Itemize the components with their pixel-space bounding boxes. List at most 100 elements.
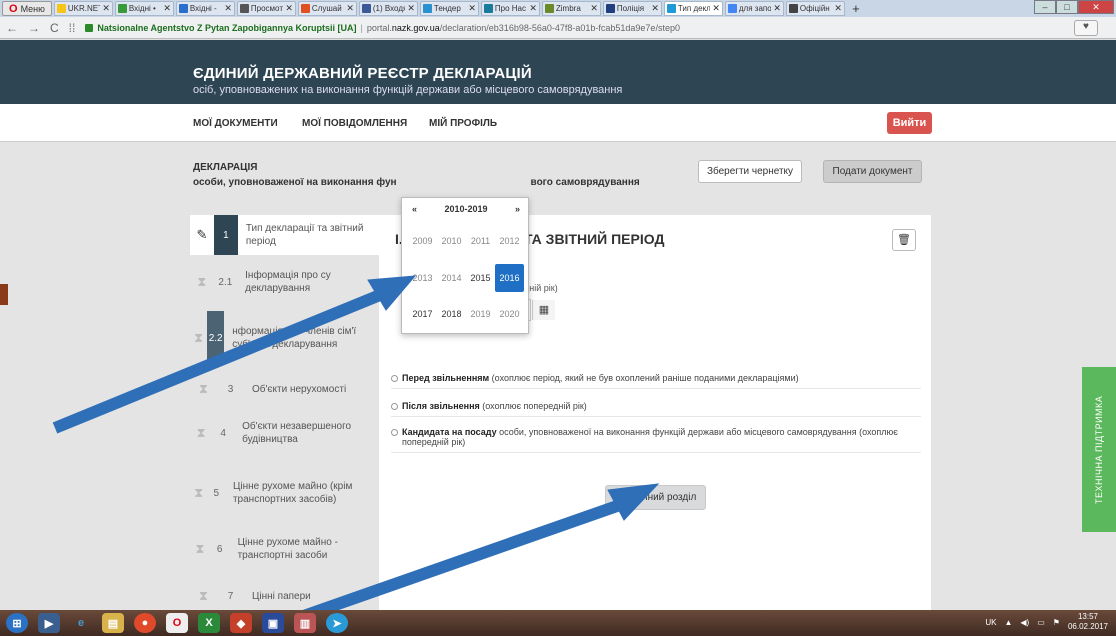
nav-my-profile[interactable]: МІЙ ПРОФІЛЬ (429, 118, 497, 129)
nav-my-messages[interactable]: МОЇ ПОВІДОМЛЕННЯ (302, 118, 407, 129)
tab-close-icon[interactable]: ✕ (163, 3, 171, 14)
start-button-icon[interactable]: ⊞ (6, 613, 28, 633)
sidebar-step[interactable]: ⧗ 5 Цінне рухоме майно (крім транспортних … (190, 463, 379, 523)
tab-close-icon[interactable]: ✕ (712, 3, 720, 14)
tab-close-icon[interactable]: ✕ (346, 3, 354, 14)
browser-tab[interactable]: Про Нас ✕ (480, 1, 540, 16)
excel-icon[interactable]: X (198, 613, 220, 633)
radio-button[interactable] (391, 375, 398, 382)
datepicker-year[interactable]: 2016 (495, 264, 524, 292)
tab-close-icon[interactable]: ✕ (651, 3, 659, 14)
datepicker-next-button[interactable]: » (515, 204, 520, 214)
radio-button[interactable] (391, 403, 398, 410)
tab-close-icon[interactable]: ✕ (102, 3, 110, 14)
sidebar-step[interactable]: ✎ 1 Тип декларації та звітний період (190, 215, 379, 255)
network-icon[interactable]: ▭ (1037, 618, 1045, 627)
browser-tab[interactable]: (1) Входя ✕ (358, 1, 418, 16)
tab-close-icon[interactable]: ✕ (590, 3, 598, 14)
datepicker-year[interactable]: 2011 (466, 231, 495, 251)
datepicker-year[interactable]: 2009 (408, 231, 437, 251)
trash-icon[interactable]: 🗑 (892, 229, 916, 251)
datepicker-year[interactable]: 2020 (495, 304, 524, 324)
tab-close-icon[interactable]: ✕ (773, 3, 781, 14)
chrome-icon[interactable]: ● (134, 613, 156, 633)
clock[interactable]: 13:57 06.02.2017 (1068, 612, 1108, 632)
explorer-icon[interactable]: ▤ (102, 613, 124, 633)
browser-tab[interactable]: Вхідні - ✕ (175, 1, 235, 16)
browser-tab[interactable]: Просмот ✕ (236, 1, 296, 16)
sidebar-step[interactable]: ⧗ 4 Об'єкти незавершеного будівництва (190, 411, 379, 455)
datepicker-year[interactable]: 2010 (437, 231, 466, 251)
flag-icon[interactable]: ⚑ (1053, 618, 1060, 627)
datepicker-year[interactable]: 2018 (437, 304, 466, 324)
datepicker-year[interactable]: 2013 (408, 268, 437, 288)
reload-icon[interactable]: C (50, 21, 59, 35)
datepicker-range-label[interactable]: 2010-2019 (444, 204, 487, 214)
sidebar-step[interactable]: ⧗ 3 Об'єкти нерухомості (190, 371, 379, 407)
nav-my-documents[interactable]: МОЇ ДОКУМЕНТИ (193, 118, 278, 129)
browser-tab[interactable]: Тендер ✕ (419, 1, 479, 16)
tab-title: Тендер (433, 4, 461, 13)
datepicker-year[interactable]: 2015 (466, 268, 495, 288)
forward-icon[interactable]: → (28, 21, 40, 35)
app-icon[interactable]: ◆ (230, 613, 252, 633)
save-draft-button[interactable]: Зберегти чернетку (698, 160, 802, 183)
tab-close-icon[interactable]: ✕ (224, 3, 232, 14)
next-section-button[interactable]: Наступний розділ (605, 485, 706, 510)
radio-button[interactable] (391, 429, 398, 436)
opera-icon[interactable]: O (166, 613, 188, 633)
datepicker-year[interactable]: 2012 (495, 231, 524, 251)
browser-tab[interactable]: Zimbra ✕ (541, 1, 601, 16)
bookmark-heart-icon[interactable]: ♥ (1074, 20, 1098, 36)
browser-tab[interactable]: Вхідні • ✕ (114, 1, 174, 16)
tab-close-icon[interactable]: ✕ (529, 3, 537, 14)
sidebar-step[interactable]: ⧗ 2.2 нформація про членів сім'ї суб'єкта … (190, 311, 379, 365)
save-disk-icon[interactable]: ▣ (262, 613, 284, 633)
datepicker-prev-button[interactable]: « (412, 204, 417, 214)
browser-tab[interactable]: Тип декл ✕ (663, 1, 723, 16)
url-field[interactable]: Natsionalne Agentstvo Z Pytan Zapobigann… (85, 23, 680, 33)
browser-tab[interactable]: UKR.NET ✕ (53, 1, 113, 16)
web-page: ЄДИНИЙ ДЕРЖАВНИЙ РЕЄСТР ДЕКЛАРАЦІЙ осіб,… (0, 40, 1116, 610)
browser-tab[interactable]: для запо ✕ (724, 1, 784, 16)
sidebar-step[interactable]: ⧗ 6 Цінне рухоме майно - транспортні засоб… (190, 529, 379, 569)
tab-title: для запо (738, 4, 772, 13)
submit-document-button[interactable]: Подати документ (823, 160, 922, 183)
sidebar-step[interactable]: ⧗ 7 Цінні папери (190, 577, 379, 610)
volume-icon[interactable]: ◀) (1020, 618, 1029, 627)
tab-close-icon[interactable]: ✕ (834, 3, 842, 14)
tab-close-icon[interactable]: ✕ (468, 3, 476, 14)
datepicker-year[interactable]: 2017 (408, 304, 437, 324)
opera-logo-icon: O (9, 2, 18, 15)
declaration-type-option[interactable]: Після звільнення (охоплює попередній рік… (391, 401, 921, 417)
tech-support-tab[interactable]: ТЕХНІЧНА ПІДТРИМКА (1082, 367, 1116, 532)
document-icon[interactable]: ▥ (294, 613, 316, 633)
sidebar-step[interactable]: ⧗ 2.1 Інформація про су декларування (190, 262, 379, 302)
logout-button[interactable]: Вийти (887, 112, 932, 134)
back-icon[interactable]: ← (6, 21, 18, 35)
tab-close-icon[interactable]: ✕ (407, 3, 415, 14)
browser-tab[interactable]: Поліція ✕ (602, 1, 662, 16)
close-window-button[interactable]: ✕ (1078, 0, 1114, 14)
browser-tab[interactable]: Офіційн ✕ (785, 1, 845, 16)
telegram-icon[interactable]: ➤ (326, 613, 348, 633)
declaration-type-option[interactable]: Перед звільненням (охоплює період, який … (391, 373, 921, 389)
tray-up-icon[interactable]: ▲ (1004, 618, 1012, 627)
calendar-icon[interactable]: ▦ (532, 300, 555, 320)
datepicker-year[interactable]: 2014 (437, 268, 466, 288)
tab-favicon-icon (178, 4, 188, 13)
maximize-button[interactable]: □ (1056, 0, 1078, 14)
minimize-button[interactable]: – (1034, 0, 1056, 14)
new-tab-button[interactable]: + (847, 1, 865, 16)
internet-explorer-icon[interactable]: e (70, 613, 92, 633)
tab-close-icon[interactable]: ✕ (285, 3, 293, 14)
media-player-icon[interactable]: ▶ (38, 613, 60, 633)
declaration-type-option[interactable]: Кандидата на посаду особи, уповноваженої… (391, 427, 921, 453)
datepicker-year[interactable]: 2019 (466, 304, 495, 324)
language-indicator[interactable]: UK (985, 618, 996, 627)
speed-dial-icon[interactable]: ⁞⁞ (69, 21, 76, 35)
step-number: 7 (227, 590, 234, 602)
browser-tab[interactable]: Слушай ✕ (297, 1, 357, 16)
opera-menu-button[interactable]: O Меню (2, 1, 52, 16)
year-datepicker: « 2010-2019 » 2009 2010 2011 2012 2013 2014 20… (401, 197, 529, 334)
